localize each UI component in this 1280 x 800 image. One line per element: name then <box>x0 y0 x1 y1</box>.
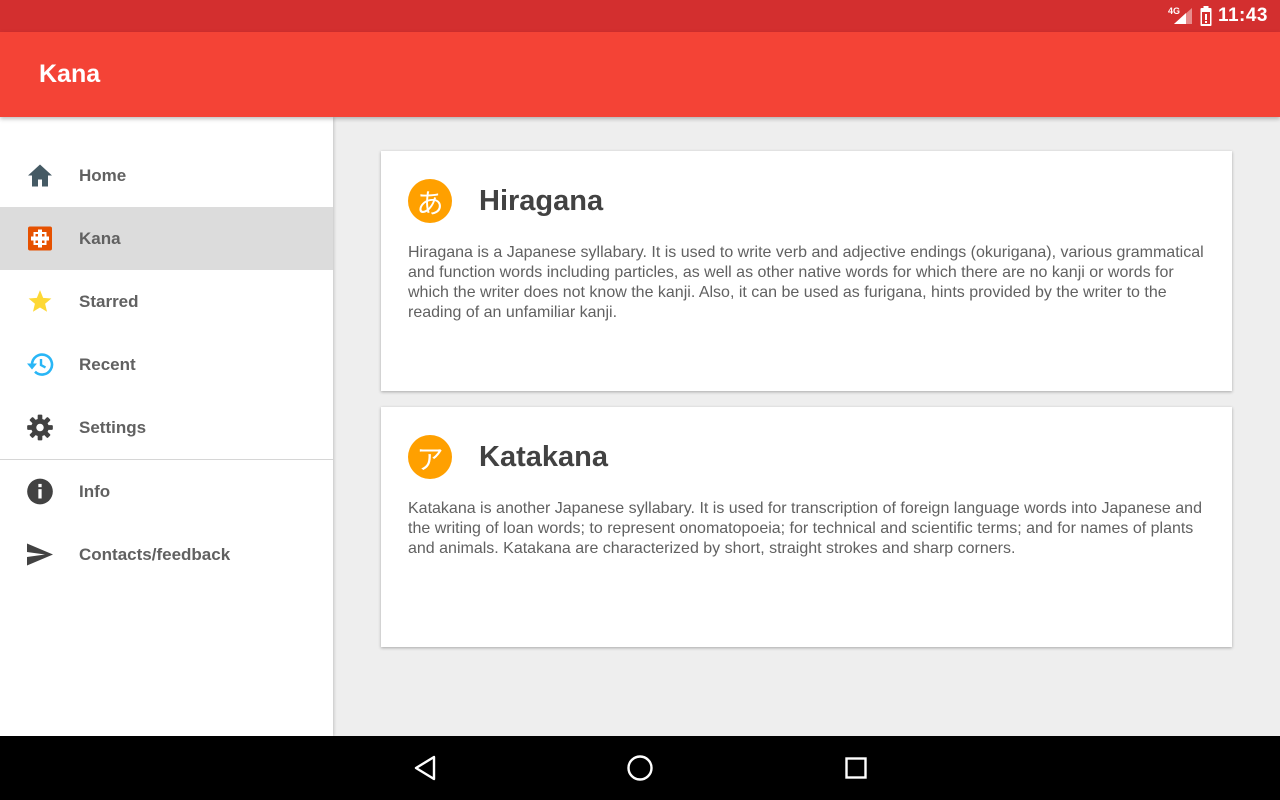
drawer-item-label: Starred <box>79 291 139 311</box>
battery-icon <box>1200 6 1212 26</box>
gear-icon <box>25 413 54 442</box>
drawer-item-label: Kana <box>79 228 121 248</box>
drawer-item-contacts-feedback[interactable]: Contacts/feedback <box>0 523 333 586</box>
navigation-drawer: Home Kana Starred Recent Settings Info C… <box>0 117 333 736</box>
drawer-item-kana[interactable]: Kana <box>0 207 333 270</box>
hiragana-card[interactable]: あ Hiragana Hiragana is a Japanese syllab… <box>381 151 1232 391</box>
status-clock: 11:43 <box>1217 5 1268 26</box>
drawer-item-home[interactable]: Home <box>0 144 333 207</box>
card-description: Hiragana is a Japanese syllabary. It is … <box>408 244 1204 321</box>
drawer-item-starred[interactable]: Starred <box>0 270 333 333</box>
drawer-item-label: Home <box>79 165 127 185</box>
card-title: Katakana <box>479 441 608 473</box>
drawer-item-info[interactable]: Info <box>0 460 333 523</box>
app-bar: Kana <box>0 32 1280 117</box>
history-icon <box>25 350 54 379</box>
send-icon <box>25 540 54 569</box>
hiragana-badge: あ <box>408 179 452 223</box>
drawer-item-label: Recent <box>79 354 136 374</box>
star-icon <box>25 287 54 316</box>
drawer-item-settings[interactable]: Settings <box>0 396 333 459</box>
katakana-card[interactable]: ア Katakana Katakana is another Japanese … <box>381 407 1232 647</box>
drawer-item-label: Contacts/feedback <box>79 544 231 564</box>
card-description: Katakana is another Japanese syllabary. … <box>408 500 1202 557</box>
home-circle-icon[interactable] <box>624 752 656 784</box>
kana-icon <box>25 224 54 253</box>
card-title: Hiragana <box>479 185 604 217</box>
drawer-item-label: Info <box>79 481 111 501</box>
system-navigation-bar <box>0 736 1280 800</box>
status-bar: 4G 11:43 <box>0 0 1280 32</box>
back-icon[interactable] <box>409 752 441 784</box>
overview-icon[interactable] <box>840 752 872 784</box>
drawer-item-label: Settings <box>79 417 147 437</box>
drawer-item-recent[interactable]: Recent <box>0 333 333 396</box>
app-title: Kana <box>39 60 101 88</box>
signal-icon: 4G <box>1168 6 1194 26</box>
main-content: あ Hiragana Hiragana is a Japanese syllab… <box>333 117 1280 736</box>
info-icon <box>25 477 54 506</box>
katakana-badge: ア <box>408 435 452 479</box>
home-icon <box>25 161 54 190</box>
